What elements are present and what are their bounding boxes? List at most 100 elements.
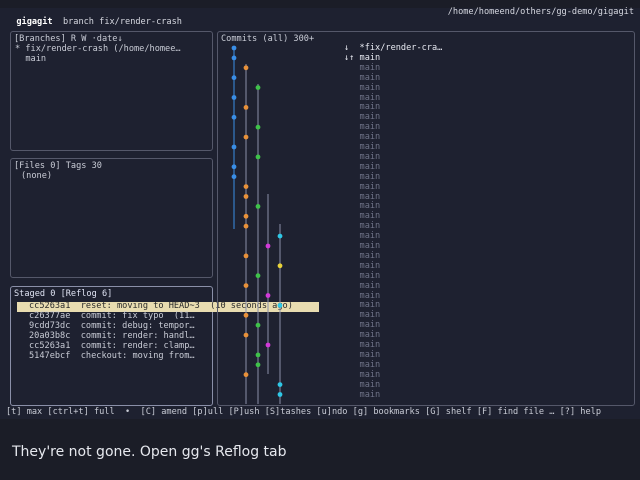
reflog-sha: cc5263a1 — [29, 341, 71, 351]
commit-node[interactable] — [265, 243, 271, 249]
commit-node[interactable] — [255, 204, 261, 209]
commit-node[interactable] — [243, 184, 249, 190]
commit-node[interactable] — [243, 134, 249, 140]
commit-node[interactable] — [277, 382, 283, 387]
commit-marker — [344, 192, 360, 202]
commit-marker — [344, 291, 360, 301]
commit-node[interactable] — [255, 322, 261, 328]
commit-node[interactable] — [255, 273, 261, 279]
commit-branch-name: main — [359, 310, 381, 321]
commit-node[interactable] — [277, 233, 283, 239]
keybinding-help-bar: [t] max [ctrl+t] full • [C] amend [p]ull… — [6, 407, 601, 417]
commit-node[interactable] — [231, 144, 237, 150]
reflog-message: checkout: moving from… — [70, 351, 195, 361]
reflog-sha: 5147ebcf — [29, 351, 71, 361]
commit-branch-name: main — [359, 280, 381, 291]
commit-marker — [344, 83, 360, 93]
commit-branch-name: main — [359, 300, 381, 311]
commit-node[interactable] — [243, 372, 249, 378]
reflog-sha: c26377ae — [29, 311, 71, 321]
commits-panel[interactable]: Commits (all) 300+ ↓ *fix/render-cra… ↓↑ … — [217, 31, 635, 406]
commit-branch-name: *fix/render-cra… — [359, 43, 443, 53]
commit-node[interactable] — [231, 95, 237, 100]
commit-node[interactable] — [255, 352, 261, 358]
commit-marker — [344, 390, 360, 400]
commit-node[interactable] — [231, 75, 237, 81]
reflog-message: commit: fix typo (11… — [70, 311, 195, 321]
commit-branch-name: main — [359, 171, 381, 182]
commit-node[interactable] — [231, 45, 237, 51]
commit-node[interactable] — [243, 194, 249, 199]
commit-node[interactable] — [243, 283, 249, 288]
commit-marker — [344, 102, 360, 112]
reflog-message: commit: debug: tempor… — [70, 321, 195, 331]
commit-marker — [344, 93, 360, 103]
branch-item-main[interactable]: main — [15, 54, 216, 65]
commit-node[interactable] — [277, 392, 283, 397]
commit-node[interactable] — [243, 223, 249, 229]
commit-node[interactable] — [277, 263, 283, 269]
commit-branch-name: main — [359, 250, 381, 261]
commit-node[interactable] — [243, 65, 249, 71]
commit-node[interactable] — [243, 105, 249, 110]
commit-marker — [344, 320, 360, 330]
commit-marker — [344, 261, 360, 271]
commit-marker — [344, 370, 360, 380]
reflog-entry[interactable]: 5147ebcf checkout: moving from… — [29, 351, 230, 362]
commit-branch-name: main — [359, 211, 381, 222]
commit-branch-name: main — [359, 349, 381, 360]
reflog-panel[interactable]: Staged 0 [Reflog 6] cc5263a1 reset: movi… — [10, 286, 319, 406]
commit-node[interactable] — [265, 342, 271, 348]
branches-panel[interactable]: [Branches] R W ·date↓ * fix/render-crash… — [10, 31, 213, 151]
commit-node[interactable] — [243, 332, 249, 338]
commit-node[interactable] — [231, 55, 237, 61]
commit-marker — [344, 122, 360, 132]
commit-marker — [344, 211, 360, 221]
commit-marker — [344, 172, 360, 182]
commit-branch-name: main — [359, 241, 381, 251]
reflog-panel-title[interactable]: Staged 0 [Reflog 6] — [14, 289, 112, 300]
app-name: gigagit — [16, 16, 53, 27]
commit-node[interactable] — [277, 303, 283, 308]
files-panel[interactable]: [Files 0] Tags 30 (none) — [10, 158, 213, 278]
commit-marker — [344, 132, 360, 142]
commit-branch-name: main — [359, 181, 381, 192]
commit-marker — [344, 281, 360, 291]
commit-node[interactable] — [255, 154, 261, 160]
commit-branch-name: main — [359, 290, 381, 301]
commit-marker — [344, 112, 360, 122]
commit-marker — [344, 162, 360, 172]
commit-node[interactable] — [231, 114, 237, 120]
commit-marker — [344, 380, 360, 390]
commit-node[interactable] — [231, 164, 237, 170]
commit-marker — [344, 142, 360, 152]
commit-branch-name: main — [359, 132, 381, 143]
commit-node[interactable] — [255, 124, 261, 130]
commit-branch-name: main — [359, 389, 381, 400]
files-empty-label: (none) — [21, 171, 53, 181]
commit-branch-name: main — [359, 82, 381, 93]
commit-node[interactable] — [255, 362, 261, 368]
commit-branch-label: main — [344, 389, 436, 401]
commit-marker — [344, 310, 360, 320]
commit-branch-name: main — [359, 201, 381, 212]
commit-node[interactable] — [265, 293, 271, 298]
commit-branch-name: main — [359, 330, 381, 341]
commit-marker — [344, 63, 360, 73]
commit-node[interactable] — [255, 85, 261, 90]
commit-node[interactable] — [243, 253, 249, 259]
commit-node[interactable] — [231, 174, 237, 180]
commit-node[interactable] — [243, 213, 249, 219]
reflog-sha: 9cdd73dc — [29, 321, 71, 331]
commit-marker — [344, 73, 360, 83]
commit-branch-name: main — [359, 340, 381, 350]
commit-branch-name: main — [359, 112, 381, 123]
commit-branch-name: main — [359, 62, 381, 73]
commit-marker — [344, 201, 360, 211]
commit-branch-name: main — [359, 151, 381, 162]
video-caption: They're not gone. Open gg's Reflog tab — [12, 444, 287, 460]
commit-node[interactable] — [243, 312, 249, 318]
commit-marker — [344, 360, 360, 370]
commit-branch-name: main — [359, 72, 381, 83]
commit-branch-name: main — [359, 161, 381, 172]
